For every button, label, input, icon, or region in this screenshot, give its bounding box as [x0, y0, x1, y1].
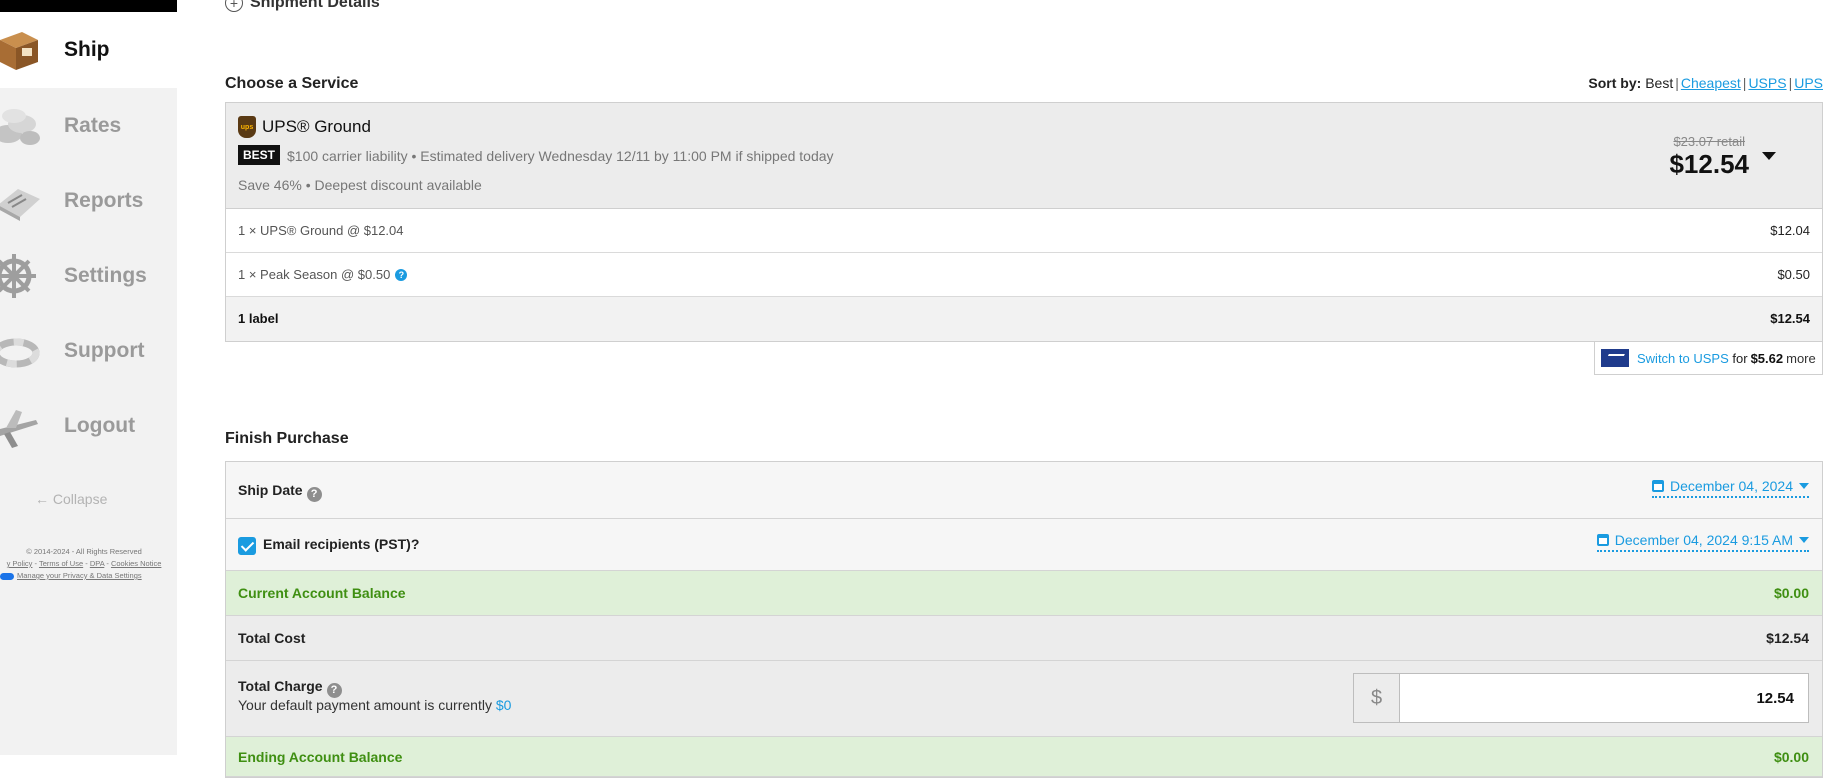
default-payment-text: Your default payment amount is currently… [238, 697, 512, 713]
plus-circle-icon: + [225, 0, 243, 12]
sort-ups-link[interactable]: UPS [1794, 75, 1823, 91]
help-icon[interactable]: ? [395, 269, 408, 281]
switch-to-usps-link[interactable]: Switch to USPS [1637, 351, 1729, 366]
line-item-label: 1 × Peak Season @ $0.50 [238, 267, 391, 282]
ending-balance-row: Ending Account Balance $0.00 [226, 737, 1822, 777]
sidebar-item-label: Settings [64, 263, 147, 287]
best-badge: BEST [238, 145, 281, 165]
package-box-icon [0, 32, 38, 70]
currency-addon: $ [1354, 674, 1400, 722]
current-balance-label: Current Account Balance [238, 585, 406, 601]
ship-date-label: Ship Date [238, 482, 303, 498]
sidebar: Ship Rates Reports Settings Support Logo… [0, 0, 177, 755]
sidebar-item-logout[interactable]: Logout [0, 388, 177, 463]
sidebar-item-label: Support [64, 338, 145, 362]
service-name: UPS® Ground [262, 117, 371, 136]
line-item-amount: $12.04 [1770, 223, 1810, 238]
ups-logo-icon: ups [238, 116, 256, 138]
caret-down-icon[interactable] [1762, 152, 1776, 160]
switch-amount: $5.62 [1750, 350, 1784, 366]
shipment-details-toggle[interactable]: + Shipment Details [225, 0, 380, 12]
sort-cheapest-link[interactable]: Cheapest [1681, 75, 1741, 91]
current-balance-value: $0.00 [1773, 585, 1809, 601]
line-item-row: 1 × Peak Season @ $0.50? $0.50 [226, 253, 1822, 297]
calendar-icon [1652, 480, 1665, 492]
legal-footer: © 2014-2024 - All Rights Reserved y Poli… [0, 546, 174, 582]
cookies-notice-link[interactable]: Cookies Notice [111, 559, 161, 568]
sidebar-item-support[interactable]: Support [0, 313, 177, 388]
finish-purchase-box: Ship Date? December 04, 2024 Email recip… [225, 461, 1823, 778]
email-recipients-checkbox[interactable] [238, 537, 256, 555]
sidebar-item-settings[interactable]: Settings [0, 238, 177, 313]
sidebar-item-rates[interactable]: Rates [0, 88, 177, 163]
sort-by-label: Sort by: [1588, 75, 1642, 91]
sort-current: Best [1645, 75, 1674, 91]
privacy-choices-icon [0, 572, 14, 580]
default-payment-link[interactable]: $0 [496, 697, 512, 713]
ship-date-picker[interactable]: December 04, 2024 [1652, 478, 1809, 498]
switch-for-text: for [1732, 350, 1748, 366]
retail-price: $23.07 retail [1673, 134, 1745, 149]
sidebar-item-label: Rates [64, 113, 122, 137]
caret-down-icon [1799, 537, 1809, 543]
service-card: ups UPS® Ground BEST $100 carrier liabil… [225, 102, 1823, 342]
airplane-icon [0, 410, 38, 448]
email-datetime-value: December 04, 2024 9:15 AM [1614, 532, 1793, 548]
sidebar-item-reports[interactable]: Reports [0, 163, 177, 238]
current-balance-row: Current Account Balance $0.00 [226, 571, 1822, 616]
ending-balance-value: $0.00 [1773, 749, 1809, 765]
email-recipients-row: Email recipients (PST)? December 04, 202… [226, 519, 1822, 571]
service-description: $100 carrier liability • Estimated deliv… [287, 148, 834, 164]
service-price: $12.54 [1669, 149, 1749, 179]
collapse-sidebar-button[interactable]: ← Collapse [35, 491, 107, 507]
sidebar-item-label: Logout [64, 413, 136, 437]
calendar-icon [1596, 534, 1609, 546]
label-count: 1 label [238, 311, 279, 326]
switch-carrier-box: Switch to USPS for $5.62 more [1594, 342, 1823, 375]
line-item-amount: $0.50 [1777, 267, 1810, 282]
line-total-row: 1 label $12.54 [226, 297, 1822, 341]
finish-purchase-title: Finish Purchase [225, 430, 349, 447]
terms-of-use-link[interactable]: Terms of Use [39, 559, 83, 568]
usps-eagle-icon [1601, 349, 1629, 367]
sidebar-item-label: Ship [64, 37, 110, 61]
help-icon[interactable]: ? [306, 487, 322, 502]
line-item-label: 1 × UPS® Ground @ $12.04 [238, 223, 404, 238]
manage-privacy-link[interactable]: Manage your Privacy & Data Settings [17, 571, 142, 580]
sort-by-bar: Sort by: Best | Cheapest | USPS | UPS [1588, 75, 1823, 91]
email-datetime-picker[interactable]: December 04, 2024 9:15 AM [1596, 532, 1809, 552]
total-cost-label: Total Cost [238, 630, 306, 646]
ship-date-value: December 04, 2024 [1670, 478, 1793, 494]
reports-book-icon [0, 189, 40, 221]
service-savings: Save 46% • Deepest discount available [238, 177, 482, 193]
line-item-row: 1 × UPS® Ground @ $12.04 $12.04 [226, 209, 1822, 253]
ship-date-row: Ship Date? December 04, 2024 [226, 462, 1822, 519]
ship-wheel-icon [0, 254, 36, 298]
coins-icon [0, 109, 40, 145]
line-total-amount: $12.54 [1770, 311, 1810, 326]
total-charge-input[interactable] [1400, 674, 1808, 722]
copyright-text: © 2014-2024 - All Rights Reserved [26, 547, 142, 556]
choose-service-title: Choose a Service [225, 75, 359, 92]
ending-balance-label: Ending Account Balance [238, 749, 403, 765]
sidebar-top-bar [0, 0, 177, 12]
total-cost-row: Total Cost $12.54 [226, 616, 1822, 661]
switch-suffix: more [1786, 350, 1816, 366]
privacy-policy-link[interactable]: y Policy [7, 559, 33, 568]
help-icon[interactable]: ? [326, 683, 342, 698]
sort-usps-link[interactable]: USPS [1748, 75, 1786, 91]
total-charge-label: Total Charge [238, 678, 323, 694]
sidebar-item-label: Reports [64, 188, 144, 212]
dpa-link[interactable]: DPA [90, 559, 104, 568]
total-charge-row: Total Charge? Your default payment amoun… [226, 661, 1822, 737]
caret-down-icon [1799, 483, 1809, 489]
life-ring-icon [0, 338, 40, 368]
service-header[interactable]: ups UPS® Ground BEST $100 carrier liabil… [226, 103, 1822, 209]
total-charge-input-group: $ [1353, 673, 1809, 723]
sidebar-item-ship[interactable]: Ship [0, 12, 177, 87]
total-cost-value: $12.54 [1766, 630, 1809, 646]
shipment-details-label: Shipment Details [250, 0, 380, 11]
email-recipients-label: Email recipients (PST)? [263, 536, 420, 552]
